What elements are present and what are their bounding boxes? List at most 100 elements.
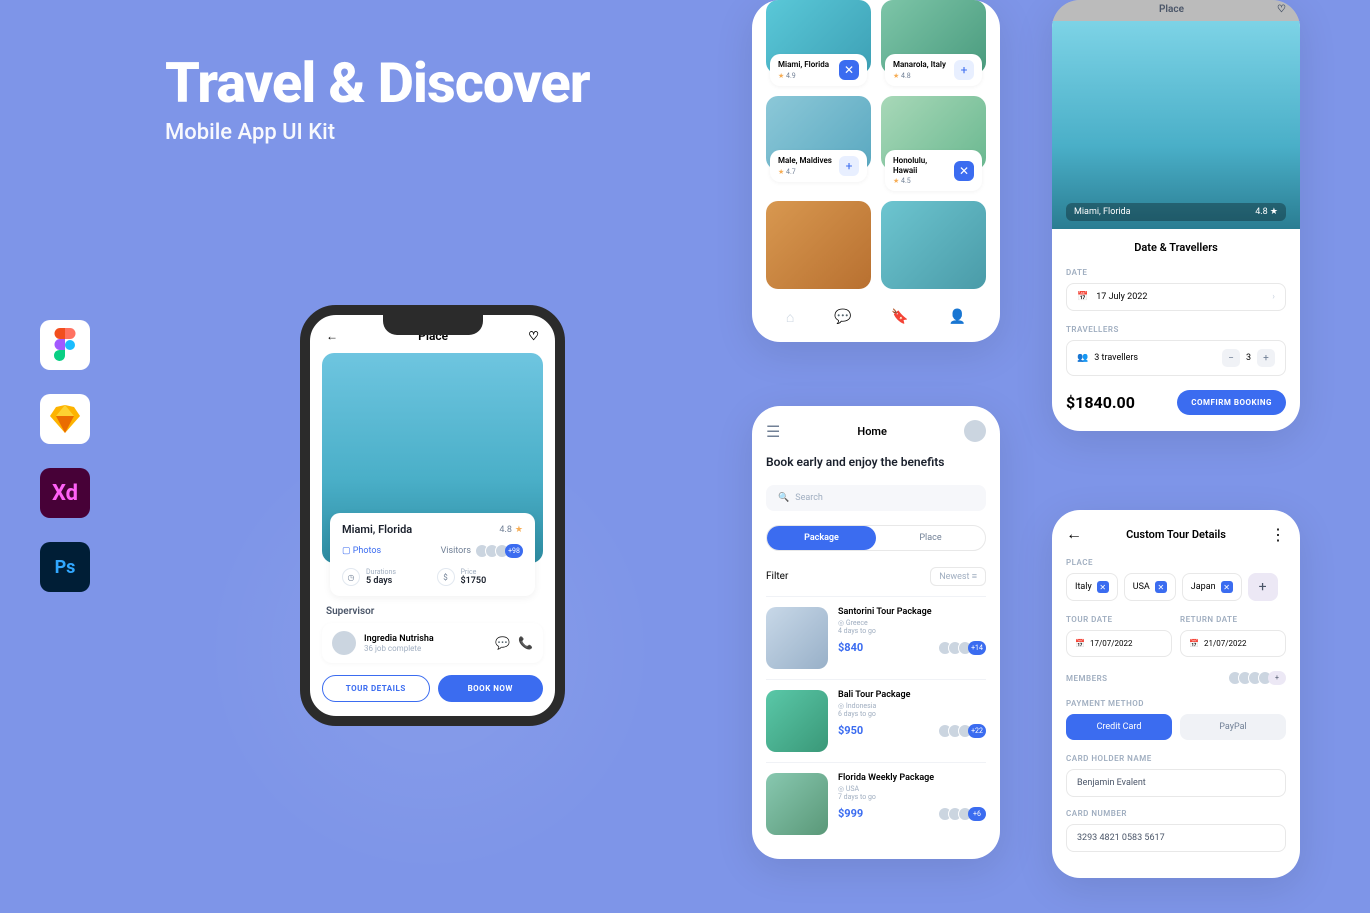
place-chip[interactable]: USA✕: [1124, 573, 1176, 601]
custom-tour-screen: ← Custom Tour Details ⋮ PLACE Italy✕ USA…: [1052, 510, 1300, 878]
tour-date-input[interactable]: 📅17/07/2022: [1066, 630, 1172, 657]
home-icon[interactable]: ⌂: [786, 309, 794, 326]
phone-icon[interactable]: 📞: [518, 636, 533, 650]
tab-package[interactable]: Package: [767, 526, 876, 550]
payment-label: PAYMENT METHOD: [1066, 699, 1286, 708]
hero-text: Book early and enjoy the benefits: [766, 454, 986, 471]
travellers-label: TRAVELLERS: [1066, 325, 1286, 334]
confirm-booking-button[interactable]: COMFIRM BOOKING: [1177, 390, 1286, 415]
phone-mockup-main: ← Place ♡ Miami, Florida 4.8 ★ ▢ Photos …: [300, 305, 565, 726]
hero-section: Travel & Discover Mobile App UI Kit: [165, 50, 590, 145]
place-rating: 4.8 ★: [1255, 207, 1278, 217]
pkg-image: [766, 773, 828, 835]
minus-button[interactable]: −: [1222, 349, 1240, 367]
tour-details-button[interactable]: TOUR DETAILS: [322, 675, 430, 702]
clock-icon: ◷: [342, 568, 360, 586]
place-rating: 4.5: [893, 177, 950, 185]
booking-sheet: Date & Travellers DATE 📅17 July 2022› TR…: [1052, 229, 1300, 431]
date-input[interactable]: 📅17 July 2022›: [1066, 283, 1286, 311]
design-tools-list: Xd Ps: [40, 320, 90, 592]
place-card[interactable]: Manarola, Italy4.8+: [881, 0, 986, 86]
book-now-button[interactable]: BOOK NOW: [438, 675, 544, 702]
package-item[interactable]: Florida Weekly Package ◎ USA 7 days to g…: [766, 762, 986, 845]
card-input[interactable]: 3293 4821 0583 5617: [1066, 824, 1286, 852]
bookmark-icon[interactable]: 🔖: [891, 309, 908, 326]
filter-label: Filter: [766, 571, 788, 582]
visitors-info: Visitors +98: [441, 544, 523, 558]
remove-icon[interactable]: ✕: [839, 60, 859, 80]
price-stat: $ Price$1750: [437, 568, 524, 586]
place-card[interactable]: Honolulu, Hawaii4.5✕: [881, 96, 986, 191]
remove-icon[interactable]: ✕: [1097, 581, 1109, 593]
plus-button[interactable]: +: [1257, 349, 1275, 367]
holder-input[interactable]: Benjamin Evalent: [1066, 769, 1286, 797]
credit-card-button[interactable]: Credit Card: [1066, 714, 1172, 740]
place-card[interactable]: [881, 201, 986, 289]
chat-icon[interactable]: 💬: [834, 309, 851, 326]
holder-label: CARD HOLDER NAME: [1066, 754, 1286, 763]
more-icon[interactable]: ⋮: [1270, 525, 1286, 544]
place-chip[interactable]: Japan✕: [1182, 573, 1242, 601]
screen-title: Place: [1159, 4, 1184, 15]
place-card[interactable]: Miami, Florida 4.9 ✕: [766, 0, 871, 86]
calendar-icon: 📅: [1077, 292, 1088, 302]
members-avatars[interactable]: +: [1228, 671, 1286, 685]
supervisor-card[interactable]: Ingredia Nutrisha 36 job complete 💬 📞: [322, 623, 543, 663]
search-icon: 🔍: [778, 493, 789, 503]
pkg-location: ◎ Indonesia: [838, 702, 986, 710]
profile-icon[interactable]: 👤: [949, 309, 966, 326]
people-icon: 👥: [1077, 353, 1088, 363]
place-name: Miami, Florida: [1074, 207, 1131, 217]
place-card[interactable]: Male, Maldives4.7+: [766, 96, 871, 191]
return-date-label: RETURN DATE: [1180, 615, 1286, 624]
screen-title: Place: [418, 329, 448, 343]
place-title: Manarola, Italy: [893, 60, 950, 70]
sort-button[interactable]: Newest ≡: [930, 567, 986, 586]
package-item[interactable]: Santorini Tour Package ◎ Greece 4 days t…: [766, 596, 986, 679]
search-input[interactable]: 🔍Search: [766, 485, 986, 511]
remove-icon[interactable]: ✕: [1221, 581, 1233, 593]
pkg-image: [766, 607, 828, 669]
hero-subtitle: Mobile App UI Kit: [165, 120, 590, 145]
date-label: DATE: [1066, 268, 1286, 277]
supervisor-heading: Supervisor: [326, 606, 539, 617]
add-icon[interactable]: +: [954, 60, 974, 80]
place-rating: 4.9: [778, 72, 835, 80]
supervisor-name: Ingredia Nutrisha: [364, 634, 487, 644]
supervisor-avatar: [332, 631, 356, 655]
discover-grid-screen: Miami, Florida 4.9 ✕ Manarola, Italy4.8+ M…: [752, 0, 1000, 342]
place-title: Male, Maldives: [778, 156, 835, 166]
figma-icon: [40, 320, 90, 370]
pkg-title: Santorini Tour Package: [838, 607, 986, 617]
package-item[interactable]: Bali Tour Package ◎ Indonesia 6 days to …: [766, 679, 986, 762]
tab-place[interactable]: Place: [876, 526, 985, 550]
tabs: Package Place: [766, 525, 986, 551]
pkg-days: 7 days to go: [838, 793, 986, 801]
paypal-button[interactable]: PayPal: [1180, 714, 1286, 740]
add-icon[interactable]: +: [839, 156, 859, 176]
heart-icon[interactable]: ♡: [528, 329, 539, 343]
pkg-location: ◎ Greece: [838, 619, 986, 627]
place-card[interactable]: [766, 201, 871, 289]
place-title: Miami, Florida: [778, 60, 835, 70]
hero-title: Travel & Discover: [165, 50, 590, 116]
chat-icon[interactable]: 💬: [495, 636, 510, 650]
back-icon[interactable]: ←: [326, 329, 338, 343]
place-label: PLACE: [1066, 558, 1286, 567]
heart-icon[interactable]: ♡: [1277, 4, 1286, 15]
sketch-icon: [40, 394, 90, 444]
user-avatar[interactable]: [964, 420, 986, 442]
calendar-icon: 📅: [1189, 639, 1199, 648]
remove-icon[interactable]: ✕: [1155, 581, 1167, 593]
pkg-image: [766, 690, 828, 752]
remove-icon[interactable]: ✕: [954, 161, 974, 181]
calendar-icon: 📅: [1075, 639, 1085, 648]
place-chip[interactable]: Italy✕: [1066, 573, 1118, 601]
photos-link[interactable]: ▢ Photos: [342, 546, 381, 556]
add-place-button[interactable]: +: [1248, 573, 1278, 601]
return-date-input[interactable]: 📅21/07/2022: [1180, 630, 1286, 657]
place-image: Miami, Florida 4.8 ★: [1052, 21, 1300, 229]
back-icon[interactable]: ←: [1066, 524, 1082, 544]
xd-icon: Xd: [40, 468, 90, 518]
menu-icon[interactable]: ☰: [766, 422, 780, 441]
